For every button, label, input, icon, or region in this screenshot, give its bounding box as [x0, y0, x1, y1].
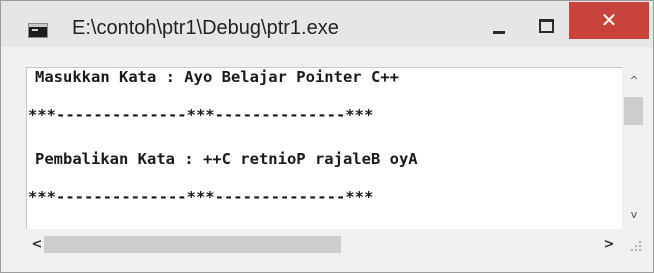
console-app-icon[interactable] — [28, 23, 48, 38]
close-icon: ✕ — [600, 8, 618, 32]
console-line-separator: ***--------------***--------------*** — [28, 188, 374, 206]
horizontal-scroll-thumb[interactable] — [44, 236, 341, 253]
scroll-up-icon[interactable]: ^ — [622, 71, 646, 91]
title-bar[interactable]: E:\contoh\ptr1\Debug\ptr1.exe ✕ — [1, 1, 653, 47]
vertical-scrollbar[interactable]: ^ v — [622, 67, 646, 229]
scroll-down-icon[interactable]: v — [622, 205, 646, 225]
console-line-separator: ***--------------***--------------*** — [28, 106, 374, 124]
console-line-result: Pembalikan Kata : ++C retnioP rajaleB oy… — [35, 150, 418, 168]
horizontal-scrollbar[interactable]: < > — [26, 229, 622, 260]
scroll-right-icon[interactable]: > — [598, 229, 620, 260]
console-window: E:\contoh\ptr1\Debug\ptr1.exe ✕ Masukkan… — [0, 0, 654, 273]
close-button[interactable]: ✕ — [569, 2, 649, 39]
window-title: E:\contoh\ptr1\Debug\ptr1.exe — [72, 17, 339, 39]
vertical-scroll-thumb[interactable] — [624, 97, 643, 125]
console-output[interactable]: Masukkan Kata : Ayo Belajar Pointer C++ … — [26, 67, 623, 230]
console-line-input: Masukkan Kata : Ayo Belajar Pointer C++ — [35, 68, 399, 86]
minimize-button[interactable] — [482, 15, 518, 41]
maximize-button[interactable] — [528, 13, 564, 39]
resize-grip-icon[interactable] — [622, 229, 646, 260]
